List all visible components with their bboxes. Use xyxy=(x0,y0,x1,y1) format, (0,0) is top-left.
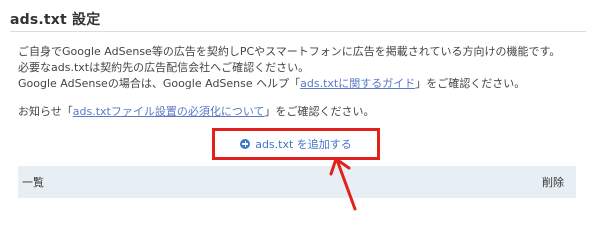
description-line-3: Google AdSenseの場合は、Google AdSense ヘルプ「ad… xyxy=(18,76,588,92)
description-line-1: ご自身でGoogle AdSense等の広告を契約しPCやスマートフォンに広告を… xyxy=(18,45,561,58)
notice-suffix: 」をご確認ください。 xyxy=(264,105,375,118)
description-line-2: 必要なads.txtは契約先の広告配信会社へご確認ください。 xyxy=(18,61,310,74)
column-delete: 削除 xyxy=(542,176,564,189)
notice-prefix: お知らせ「 xyxy=(18,105,73,118)
adsense-guide-link[interactable]: ads.txtに関するガイド xyxy=(300,77,415,90)
annotation-arrow-icon xyxy=(329,157,357,211)
plus-circle-icon xyxy=(240,139,251,149)
notice-line: お知らせ「ads.txtファイル設置の必須化について」をご確認ください。 xyxy=(18,104,588,120)
title-divider xyxy=(10,31,586,32)
description-line-3-prefix: Google AdSenseの場合は、Google AdSense ヘルプ「 xyxy=(18,77,301,90)
table-header: 一覧 削除 xyxy=(18,166,576,198)
page-title: ads.txt 設定 xyxy=(10,12,101,28)
ads-txt-notice-link[interactable]: ads.txtファイル設置の必須化について xyxy=(73,105,265,118)
description: ご自身でGoogle AdSense等の広告を契約しPCやスマートフォンに広告を… xyxy=(18,44,588,120)
column-list: 一覧 xyxy=(22,176,44,189)
description-line-3-suffix: 」をご確認ください。 xyxy=(415,77,526,90)
